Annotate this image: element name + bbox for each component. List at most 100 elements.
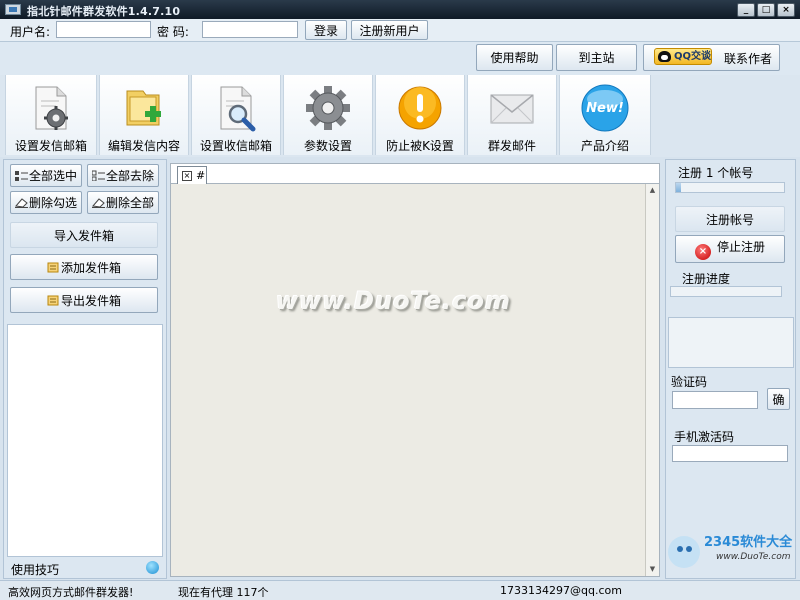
document-search-icon xyxy=(220,86,256,132)
toolbar-parameter-settings[interactable]: 参数设置 xyxy=(283,75,373,155)
registered-count-label: 注册 1 个帐号 xyxy=(678,166,754,180)
username-label: 用户名: xyxy=(10,25,51,39)
password-label: 密 码: xyxy=(157,25,189,39)
eraser-icon xyxy=(14,198,28,208)
register-account-button[interactable]: 注册帐号 xyxy=(675,206,785,232)
window-title: 指北针邮件群发软件1.4.7.10 xyxy=(27,5,181,18)
captcha-image-area xyxy=(668,317,794,368)
deselect-all-label: 全部去除 xyxy=(105,169,154,183)
toolbar-label: 参数设置 xyxy=(303,139,352,153)
captcha-input[interactable] xyxy=(672,391,758,409)
minimize-button[interactable]: _ xyxy=(737,3,755,17)
status-bar: 高效网页方式邮件群发器! 现在有代理 117个 1733134297@qq.co… xyxy=(0,580,800,600)
folder-add-icon xyxy=(126,90,161,126)
phone-activation-label: 手机激活码 xyxy=(674,430,735,444)
document-gear-icon xyxy=(35,86,68,130)
import-outbox-button[interactable]: 导入发件箱 xyxy=(10,222,158,248)
toolbar-product-intro[interactable]: New! 产品介绍 xyxy=(559,75,651,155)
captcha-label: 验证码 xyxy=(671,375,708,389)
delete-all-label: 删除全部 xyxy=(105,196,154,210)
toolbar-label: 产品介绍 xyxy=(580,139,629,153)
deselect-all-icon xyxy=(91,170,105,181)
toolbar-send-mail[interactable]: 群发邮件 xyxy=(467,75,557,155)
close-button[interactable]: × xyxy=(777,3,795,17)
register-new-user-button[interactable]: 注册新用户 xyxy=(351,20,428,40)
mailbox-add-icon xyxy=(47,262,59,272)
help-button[interactable]: 使用帮助 xyxy=(476,44,553,71)
toolbar-label: 设置发信邮箱 xyxy=(14,139,87,153)
toolbar-set-sender-mailbox[interactable]: 设置发信邮箱 xyxy=(5,75,97,155)
new-badge-icon: New! xyxy=(581,84,629,132)
contact-author-label: 联系作者 xyxy=(724,52,773,66)
svg-text:New!: New! xyxy=(586,101,624,116)
login-button[interactable]: 登录 xyxy=(305,20,347,40)
select-all-icon xyxy=(14,171,28,181)
brand-logo-text: 2345软件大全 xyxy=(704,534,793,550)
title-bar[interactable]: 指北针邮件群发软件1.4.7.10 _ □ × xyxy=(0,0,800,19)
toolbar-label: 设置收信邮箱 xyxy=(199,139,272,153)
select-all-button[interactable]: 全部选中 xyxy=(10,164,82,187)
delete-all-button[interactable]: 删除全部 xyxy=(87,191,159,214)
toolbar-label: 群发邮件 xyxy=(487,139,536,153)
main-toolbar: 设置发信邮箱 编辑发信内容 设置收信邮箱 参数设置 防止被K设置 群发邮件 Ne… xyxy=(0,75,800,157)
maximize-button[interactable]: □ xyxy=(757,3,775,17)
envelope-icon xyxy=(490,94,534,124)
outbox-list[interactable] xyxy=(7,324,163,557)
register-progress-bar xyxy=(670,286,782,297)
phone-activation-input[interactable] xyxy=(672,445,788,462)
content-panel: × # ▲ ▼ xyxy=(170,163,660,577)
eraser-icon xyxy=(91,198,105,208)
export-outbox-label: 导出发件箱 xyxy=(60,293,121,308)
add-outbox-button[interactable]: 添加发件箱 xyxy=(10,254,158,280)
warning-icon xyxy=(398,86,442,130)
tab-hash[interactable]: × # xyxy=(177,166,207,184)
gear-icon xyxy=(306,86,350,130)
registered-progress-bar xyxy=(675,182,785,193)
delete-checked-button[interactable]: 删除勾选 xyxy=(10,191,82,214)
toolbar-anti-block-settings[interactable]: 防止被K设置 xyxy=(375,75,465,155)
confirm-captcha-button[interactable]: 确 xyxy=(767,388,790,410)
toolbar-label: 防止被K设置 xyxy=(386,139,454,153)
mailbox-export-icon xyxy=(47,295,59,305)
scroll-down-icon[interactable]: ▼ xyxy=(646,563,659,576)
main-site-button[interactable]: 到主站 xyxy=(556,44,637,71)
add-outbox-label: 添加发件箱 xyxy=(60,260,121,275)
stop-register-button[interactable]: × 停止注册 xyxy=(675,235,785,263)
brand-logo-url: www.DuoTe.com xyxy=(716,552,791,562)
vertical-scrollbar[interactable]: ▲ ▼ xyxy=(645,184,659,576)
toolbar-set-recipient-mailbox[interactable]: 设置收信邮箱 xyxy=(191,75,281,155)
close-icon[interactable]: × xyxy=(182,171,192,181)
tab-strip: × # xyxy=(171,164,659,184)
delete-checked-label: 删除勾选 xyxy=(28,196,77,210)
qq-penguin-icon xyxy=(658,51,671,62)
deselect-all-button[interactable]: 全部去除 xyxy=(87,164,159,187)
status-proxy-count: 现在有代理 117个 xyxy=(178,586,269,599)
password-input[interactable] xyxy=(202,21,298,38)
tips-bar[interactable]: 使用技巧 xyxy=(7,559,163,577)
toolbar-edit-content[interactable]: 编辑发信内容 xyxy=(99,75,189,155)
register-progress-label: 注册进度 xyxy=(682,272,731,286)
stop-icon: × xyxy=(694,244,711,260)
qq-badge-label: QQ交谈 xyxy=(674,51,712,62)
login-bar: 用户名: 密 码: 登录 注册新用户 xyxy=(0,19,800,42)
toolbar-label: 编辑发信内容 xyxy=(107,139,180,153)
stop-register-label: 停止注册 xyxy=(716,240,765,254)
site-watermark: www.DuoTe.com xyxy=(276,287,511,315)
username-input[interactable] xyxy=(56,21,151,38)
select-all-label: 全部选中 xyxy=(28,169,77,183)
app-icon xyxy=(5,4,21,15)
contact-author-button[interactable]: QQ交谈 联系作者 xyxy=(643,44,780,71)
status-left-text: 高效网页方式邮件群发器! xyxy=(8,586,134,599)
left-panel: 全部选中 全部去除 删除勾选 删除全部 导入发件箱 添加发件箱 导出发件箱 使用… xyxy=(3,159,167,579)
help-bar: 使用帮助 到主站 QQ交谈 联系作者 xyxy=(0,42,800,75)
tips-label: 使用技巧 xyxy=(11,563,60,577)
registered-progress-fill xyxy=(676,183,682,192)
tips-expand-icon[interactable] xyxy=(146,561,159,574)
status-contact-email: 1733134297@qq.com xyxy=(500,584,622,597)
qq-chat-badge: QQ交谈 xyxy=(654,48,712,65)
scroll-up-icon[interactable]: ▲ xyxy=(646,184,659,197)
tab-label: # xyxy=(196,169,206,182)
export-outbox-button[interactable]: 导出发件箱 xyxy=(10,287,158,313)
right-panel: 注册 1 个帐号 注册帐号 × 停止注册 注册进度 验证码 确 手机激活码 xyxy=(665,159,796,579)
brand-logo: 2345软件大全 www.DuoTe.com xyxy=(668,534,793,568)
